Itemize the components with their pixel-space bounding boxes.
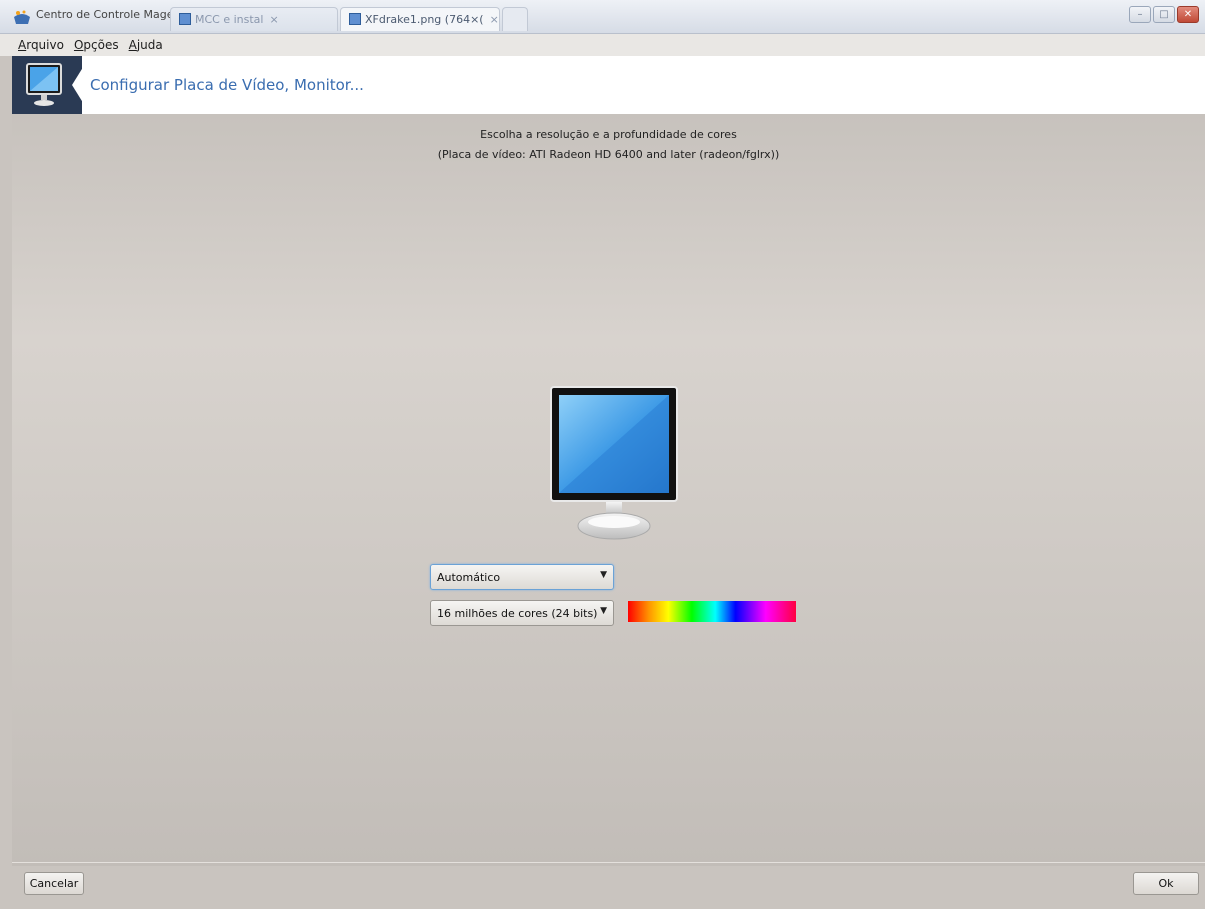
- ok-button[interactable]: Ok: [1133, 872, 1199, 895]
- menu-label: rquivo: [26, 38, 64, 52]
- mageia-cauldron-icon: [14, 10, 30, 24]
- new-tab-button[interactable]: [502, 7, 528, 31]
- menu-label: juda: [136, 38, 163, 52]
- menubar: Arquivo Opções Ajuda: [0, 34, 1205, 56]
- menu-opcoes[interactable]: Opções: [74, 38, 119, 52]
- menu-mnemonic: A: [18, 38, 27, 52]
- video-card-info: (Placa de vídeo: ATI Radeon HD 6400 and …: [437, 148, 780, 161]
- main-panel: Escolha a resolução e a profundidade de …: [12, 114, 1205, 866]
- menu-mnemonic: A: [128, 38, 137, 52]
- monitor-icon: [550, 386, 678, 540]
- image-file-icon: [179, 13, 191, 25]
- header-banner: Configurar Placa de Vídeo, Monitor...: [12, 56, 1205, 114]
- menu-ajuda[interactable]: Ajuda: [129, 38, 163, 52]
- resolution-select[interactable]: Automático ▼: [430, 564, 614, 590]
- menu-label: pções: [83, 38, 119, 52]
- resolution-value: Automático: [437, 571, 501, 584]
- window-titlebar: Centro de Controle Mageia [em localhost]…: [0, 0, 1205, 34]
- chevron-down-icon: ▼: [600, 606, 607, 616]
- color-depth-select[interactable]: 16 milhões de cores (24 bits) ▼: [430, 600, 614, 626]
- cancel-button[interactable]: Cancelar: [24, 872, 84, 895]
- monitor-icon: [26, 63, 62, 106]
- tab-label: XFdrake1.png (764×(: [365, 13, 484, 26]
- tab-xfdrake-png[interactable]: XFdrake1.png (764×( ×: [340, 7, 500, 31]
- color-spectrum-preview: [627, 600, 797, 623]
- tab-label: MCC e instal: [195, 13, 264, 26]
- chevron-down-icon: ▼: [600, 570, 607, 580]
- page-title: Configurar Placa de Vídeo, Monitor...: [90, 76, 364, 94]
- image-file-icon: [349, 13, 361, 25]
- instruction-text: Escolha a resolução e a profundidade de …: [480, 128, 737, 141]
- menu-arquivo[interactable]: Arquivo: [18, 38, 64, 52]
- close-window-button[interactable]: ✕: [1177, 6, 1199, 23]
- maximize-button[interactable]: □: [1153, 6, 1175, 23]
- header-icon-panel: [12, 56, 90, 114]
- header-notch: [72, 56, 90, 114]
- window-controls: – □ ✕: [1129, 6, 1199, 23]
- tab-close-icon[interactable]: ×: [490, 13, 499, 26]
- color-depth-value: 16 milhões de cores (24 bits): [437, 607, 598, 620]
- minimize-button[interactable]: –: [1129, 6, 1151, 23]
- tab-close-icon[interactable]: ×: [269, 13, 278, 26]
- menu-mnemonic: O: [73, 38, 84, 52]
- footer-divider: [12, 862, 1205, 863]
- tab-mcc[interactable]: MCC e instal ×: [170, 7, 338, 31]
